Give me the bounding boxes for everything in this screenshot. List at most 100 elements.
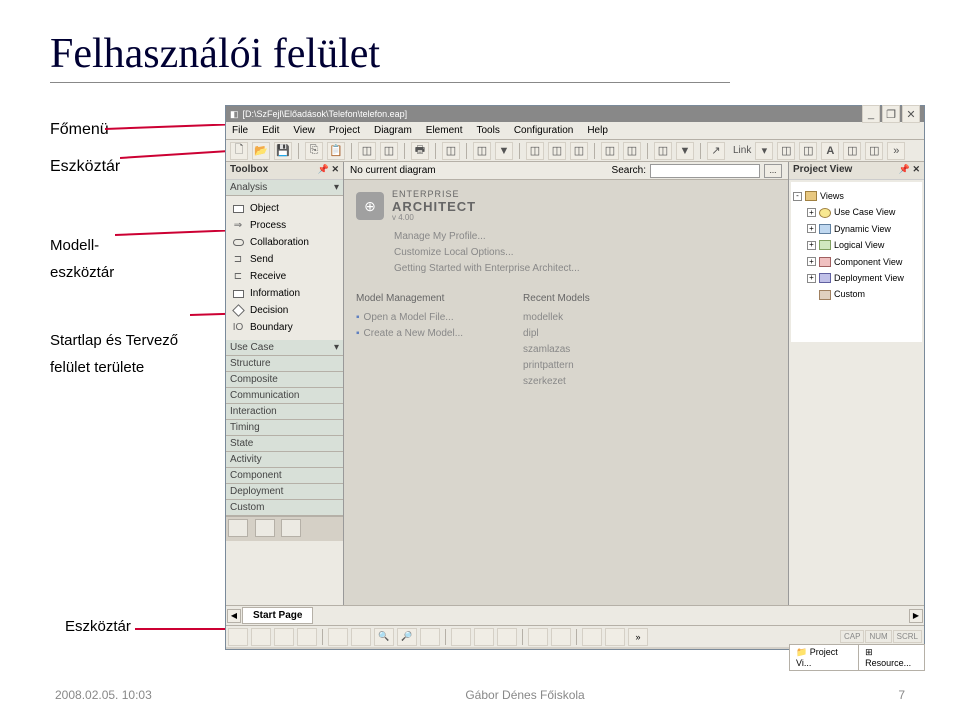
tab-nav-prev[interactable]: ◀ [227, 609, 241, 623]
start-link[interactable]: Customize Local Options... [394, 245, 768, 261]
start-link[interactable]: Manage My Profile... [394, 229, 768, 245]
toolbox-group[interactable]: Communication [230, 390, 299, 401]
statusbar-btn[interactable] [474, 628, 494, 646]
menu-edit[interactable]: Edit [262, 125, 279, 136]
toolbox-item[interactable]: ⇒Process [226, 217, 343, 234]
recent-model-link[interactable]: printpattern [523, 358, 590, 374]
menu-file[interactable]: File [232, 125, 248, 136]
toolbox-group[interactable]: Structure [230, 358, 271, 369]
toolbox-group[interactable]: Interaction [230, 406, 277, 417]
menu-view[interactable]: View [293, 125, 315, 136]
menu-tools[interactable]: Tools [476, 125, 499, 136]
statusbar-btn[interactable] [228, 628, 248, 646]
statusbar-btn[interactable] [274, 628, 294, 646]
toolbox-bottom-btn[interactable] [228, 519, 248, 537]
toolbar-link-label[interactable]: Link [733, 145, 751, 156]
toolbar-btn[interactable]: ◫ [623, 142, 641, 160]
toolbar-btn[interactable]: ◫ [526, 142, 544, 160]
toolbox-item[interactable]: Decision [226, 302, 343, 319]
toolbox-group[interactable]: Component [230, 470, 282, 481]
search-input[interactable] [650, 164, 760, 178]
menu-element[interactable]: Element [426, 125, 463, 136]
statusbar-btn[interactable] [420, 628, 440, 646]
toolbar-bold-icon[interactable]: A [821, 142, 839, 160]
toolbar-new-icon[interactable]: 🗋 [230, 142, 248, 160]
chevron-down-icon[interactable]: ▾ [334, 342, 339, 353]
toolbar-btn[interactable]: ◫ [601, 142, 619, 160]
tab-nav-next[interactable]: ▶ [909, 609, 923, 623]
pin-icon[interactable]: 📌 ✕ [899, 164, 920, 177]
menu-diagram[interactable]: Diagram [374, 125, 412, 136]
statusbar-btn[interactable] [451, 628, 471, 646]
toolbox-item[interactable]: Information [226, 285, 343, 302]
zoom-out-icon[interactable]: 🔍 [374, 628, 394, 646]
toolbox-group[interactable]: Use Case [230, 342, 274, 353]
toolbar-btn[interactable]: ◫ [358, 142, 376, 160]
recent-model-link[interactable]: dipl [523, 326, 590, 342]
maximize-button[interactable]: ❐ [882, 105, 900, 123]
toolbar-btn[interactable]: ◫ [777, 142, 795, 160]
toolbar-btn[interactable]: ◫ [865, 142, 883, 160]
toolbar-btn[interactable]: ◫ [380, 142, 398, 160]
model-mgmt-link[interactable]: ▪Open a Model File... [356, 310, 463, 326]
toolbox-group[interactable]: Composite [230, 374, 278, 385]
toolbar-open-icon[interactable]: 📂 [252, 142, 270, 160]
minimize-button[interactable]: _ [862, 105, 880, 123]
recent-model-link[interactable]: modellek [523, 310, 590, 326]
toolbar-btn[interactable]: ◫ [843, 142, 861, 160]
recent-model-link[interactable]: szamlazas [523, 342, 590, 358]
search-browse-button[interactable]: ... [764, 164, 782, 178]
toolbox-category[interactable]: Analysis [230, 182, 267, 193]
statusbar-more-icon[interactable]: » [628, 628, 648, 646]
menu-configuration[interactable]: Configuration [514, 125, 573, 136]
toolbar-btn[interactable]: ◫ [799, 142, 817, 160]
toolbox-bottom-btn[interactable] [255, 519, 275, 537]
statusbar-btn[interactable] [497, 628, 517, 646]
menu-help[interactable]: Help [587, 125, 608, 136]
statusbar-btn[interactable] [551, 628, 571, 646]
menu-project[interactable]: Project [329, 125, 360, 136]
toolbar-btn[interactable]: ◫ [473, 142, 491, 160]
toolbox-item[interactable]: ⊐Send [226, 251, 343, 268]
statusbar-btn[interactable] [251, 628, 271, 646]
toolbar-btn[interactable]: ▾ [755, 142, 773, 160]
project-tree[interactable]: -Views +Use Case View +Dynamic View +Log… [791, 182, 922, 342]
resource-tab[interactable]: ⊞ Resource... [858, 644, 925, 671]
toolbox-group[interactable]: State [230, 438, 253, 449]
model-mgmt-link[interactable]: ▪Create a New Model... [356, 326, 463, 342]
project-view-tab[interactable]: 📁 Project Vi... [789, 644, 859, 671]
toolbox-group[interactable]: Activity [230, 454, 262, 465]
zoom-in-icon[interactable]: 🔎 [397, 628, 417, 646]
toolbox-item[interactable]: IOBoundary [226, 319, 343, 336]
toolbar-btn[interactable]: ↗ [707, 142, 725, 160]
statusbar-btn[interactable] [528, 628, 548, 646]
toolbox-item[interactable]: ⊏Receive [226, 268, 343, 285]
toolbox-group[interactable]: Custom [230, 502, 264, 513]
statusbar-btn[interactable] [297, 628, 317, 646]
toolbar-more-icon[interactable]: » [887, 142, 905, 160]
statusbar-btn[interactable] [328, 628, 348, 646]
toolbar-print-icon[interactable]: 🖶 [411, 142, 429, 160]
toolbox-item[interactable]: Collaboration [226, 234, 343, 251]
pin-icon[interactable]: 📌 ✕ [318, 164, 339, 177]
statusbar-btn[interactable] [351, 628, 371, 646]
close-button[interactable]: ✕ [902, 105, 920, 123]
statusbar-btn[interactable] [582, 628, 602, 646]
statusbar-btn[interactable] [605, 628, 625, 646]
toolbar-save-icon[interactable]: 💾 [274, 142, 292, 160]
toolbar-btn[interactable]: ◫ [570, 142, 588, 160]
toolbar-btn[interactable]: ▼ [495, 142, 513, 160]
toolbar-btn[interactable]: ▼ [676, 142, 694, 160]
start-link[interactable]: Getting Started with Enterprise Architec… [394, 261, 768, 277]
toolbar-btn[interactable]: ◫ [442, 142, 460, 160]
toolbar-copy-icon[interactable]: ⎘ [305, 142, 323, 160]
toolbar-btn[interactable]: ◫ [654, 142, 672, 160]
chevron-down-icon[interactable]: ▾ [334, 182, 339, 193]
toolbox-group[interactable]: Timing [230, 422, 260, 433]
toolbar-paste-icon[interactable]: 📋 [327, 142, 345, 160]
toolbar-btn[interactable]: ◫ [548, 142, 566, 160]
recent-model-link[interactable]: szerkezet [523, 374, 590, 390]
toolbox-bottom-btn[interactable] [281, 519, 301, 537]
toolbox-item[interactable]: Object [226, 200, 343, 217]
toolbox-group[interactable]: Deployment [230, 486, 283, 497]
